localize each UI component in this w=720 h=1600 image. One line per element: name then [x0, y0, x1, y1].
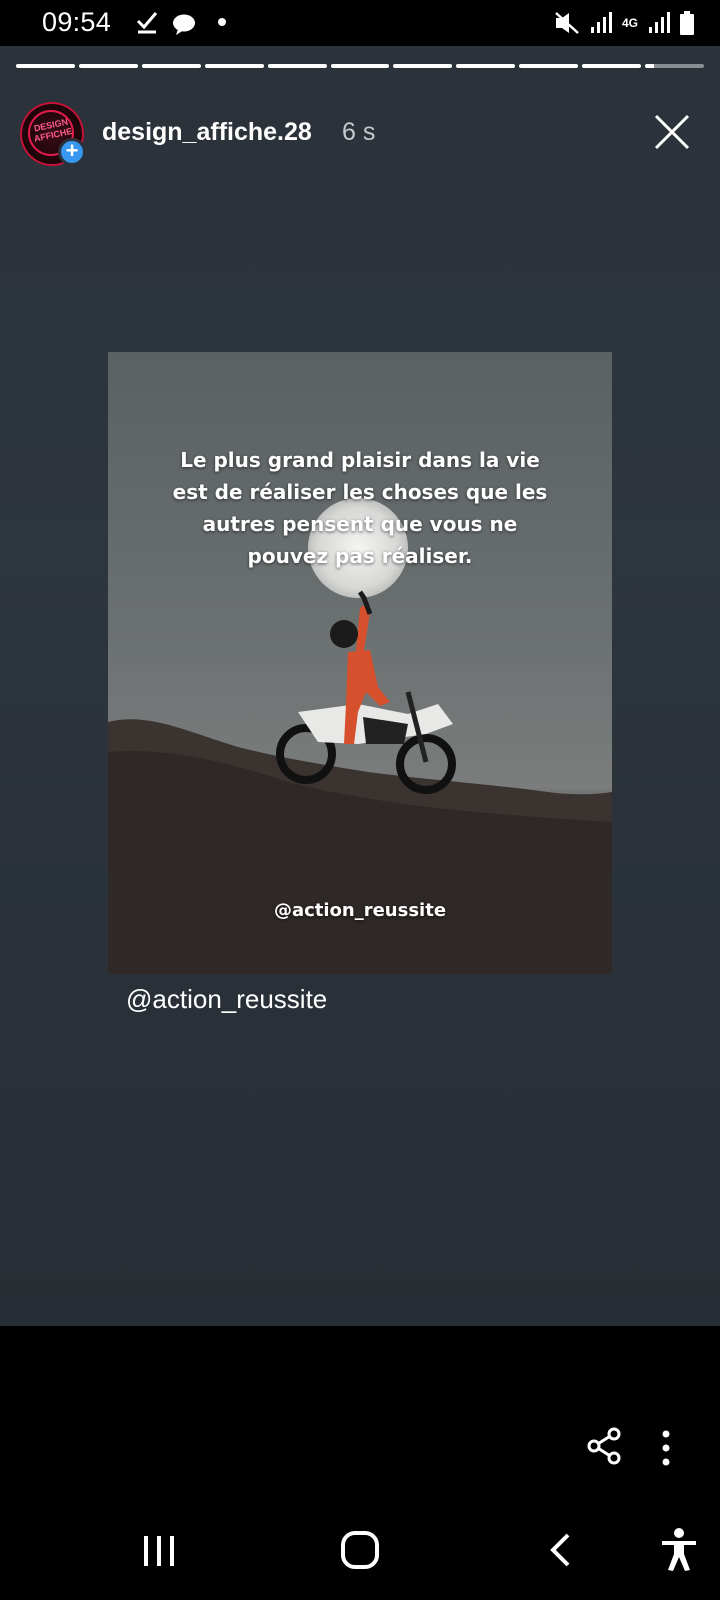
notification-dot-icon	[218, 18, 226, 26]
story-progress-fill	[141, 64, 201, 68]
story-progress-segment	[141, 64, 201, 68]
story-progress-fill	[645, 64, 654, 68]
add-icon[interactable]: +	[58, 138, 86, 166]
story-progress-segment	[204, 64, 264, 68]
quote-line: autres pensent que vous ne	[202, 512, 518, 536]
image-watermark-tag: @action_reussite	[273, 900, 447, 921]
story-progress-fill	[16, 64, 75, 68]
story-progress-segment	[78, 64, 138, 68]
story-progress-fill	[330, 64, 390, 68]
signal-icon	[590, 12, 612, 33]
story-progress-fill	[519, 64, 579, 68]
status-bar: 09:54 4G	[0, 0, 720, 46]
quote-line: est de réaliser les choses que les	[172, 480, 548, 504]
chat-bubble-icon	[173, 14, 195, 35]
quote-line: Le plus grand plaisir dans la vie	[180, 448, 540, 472]
status-time: 09:54	[42, 7, 112, 37]
download-check-icon	[136, 12, 158, 34]
home-icon[interactable]	[340, 1530, 380, 1570]
story-action-bar	[0, 1326, 720, 1500]
status-right-icons: 4G	[554, 10, 694, 36]
story-progress-segment	[393, 64, 453, 68]
mention-sticker[interactable]: @action_reussite	[126, 984, 327, 1015]
story-progress-segment	[267, 64, 327, 68]
close-icon[interactable]	[652, 112, 692, 152]
story-progress-fill	[582, 64, 642, 68]
story-username[interactable]: design_affiche.28	[102, 118, 312, 147]
story-progress-segment	[16, 64, 75, 68]
story-post-image[interactable]: Le plus grand plaisir dans la vie est de…	[108, 352, 612, 974]
story-progress-segment	[582, 64, 642, 68]
story-progress-fill	[78, 64, 138, 68]
battery-icon	[680, 11, 694, 35]
story-progress-segment	[519, 64, 579, 68]
system-nav-bar	[0, 1500, 720, 1600]
story-progress-fill	[456, 64, 516, 68]
story-progress-fill	[393, 64, 453, 68]
recents-icon[interactable]	[142, 1536, 176, 1566]
story-progress-segment	[645, 64, 704, 68]
story-progress-fill	[204, 64, 264, 68]
story-viewer[interactable]: DESIGN AFFICHE + design_affiche.28 6 s L…	[0, 46, 720, 1326]
story-progress-segment	[456, 64, 516, 68]
accessibility-icon[interactable]	[660, 1528, 698, 1572]
story-progress-bar	[16, 64, 704, 68]
mute-icon	[555, 12, 579, 34]
more-options-icon[interactable]	[656, 1428, 676, 1468]
story-quote: Le plus grand plaisir dans la vie est de…	[108, 444, 612, 572]
quote-line: pouvez pas réaliser.	[247, 544, 473, 568]
back-icon[interactable]	[548, 1532, 574, 1568]
story-progress-fill	[267, 64, 327, 68]
story-time-ago: 6 s	[342, 118, 376, 146]
signal-icon	[649, 12, 670, 33]
network-type-label: 4G	[621, 16, 638, 30]
share-icon[interactable]	[586, 1426, 622, 1466]
story-progress-segment	[330, 64, 390, 68]
